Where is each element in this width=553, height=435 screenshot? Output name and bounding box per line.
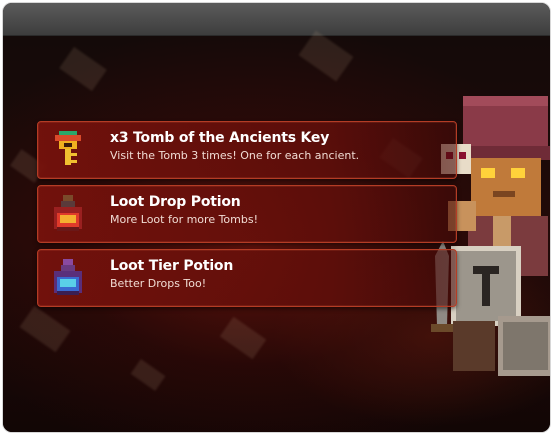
reward-title: Loot Drop Potion [110, 194, 241, 210]
reward-description: Visit the Tomb 3 times! One for each anc… [110, 149, 360, 162]
blue-potion-icon [54, 259, 82, 295]
reward-description: Better Drops Too! [110, 277, 207, 290]
reward-card-loot-tier: Loot Tier Potion Better Drops Too! [37, 249, 457, 307]
bg-tile [59, 46, 107, 92]
reward-description: More Loot for more Tombs! [110, 213, 259, 226]
bg-tile [298, 30, 354, 82]
window-title-bar [3, 3, 550, 36]
key-icon [55, 131, 81, 165]
reward-scene: x3 Tomb of the Ancients Key Visit the To… [3, 30, 550, 432]
reward-card-key: x3 Tomb of the Ancients Key Visit the To… [37, 121, 457, 179]
red-potion-icon [54, 195, 82, 231]
reward-title: x3 Tomb of the Ancients Key [110, 130, 330, 146]
bg-tile [219, 316, 267, 360]
reward-card-loot-drop: Loot Drop Potion More Loot for more Tomb… [37, 185, 457, 243]
popup-frame: x3 Tomb of the Ancients Key Visit the To… [3, 3, 550, 432]
bg-tile [19, 305, 71, 353]
bg-tile [130, 359, 166, 391]
reward-title: Loot Tier Potion [110, 258, 234, 274]
